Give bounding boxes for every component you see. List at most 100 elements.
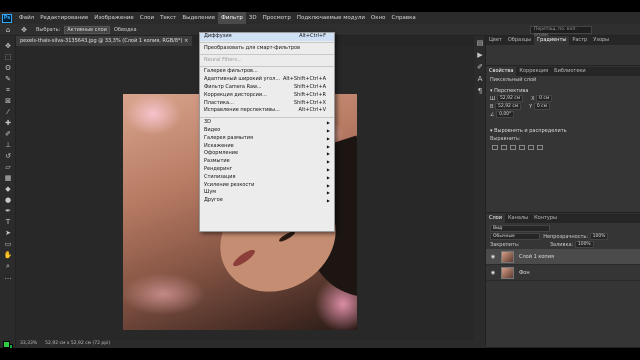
filter-menu-item[interactable]: Размытие ▶ [200,158,334,166]
paragraph-panel-icon[interactable]: ¶ [475,86,485,96]
filter-menu-item[interactable]: Галерея размытия ▶ [200,135,334,143]
filter-menu-item[interactable]: Исправление перспективы... Alt+Ctrl+V [200,107,334,115]
layer-name[interactable]: Слой 1 копия [519,254,554,260]
filter-menu-item[interactable]: 3D ▶ [200,119,334,127]
frame-tool-icon[interactable]: ⊠ [3,96,13,106]
blend-mode-select[interactable]: Обычные [490,233,540,240]
type-tool-icon[interactable]: T [3,217,13,227]
eyedropper-icon[interactable]: ⁄ [3,107,13,117]
filter-menu-item[interactable]: Преобразовать для смарт-фильтров [200,45,334,53]
menu-8[interactable]: Просмотр [260,12,294,24]
filter-menu-item[interactable]: Видео ▶ [200,127,334,135]
visibility-eye-icon[interactable]: ◉ [489,270,497,276]
angle-field[interactable]: 0,00° [496,111,515,118]
transform-section-title[interactable]: ▾ Перспектива [486,87,640,95]
zoom-level[interactable]: 33,33% [20,340,37,348]
layers-tabs-tab-1[interactable]: Каналы [505,214,531,223]
width-field[interactable]: 52,92 см [496,95,524,102]
filter-menu-item-label: Оформление [204,150,239,157]
height-field[interactable]: 52,92 см [495,103,522,110]
filter-menu-item[interactable]: Усиление резкости ▶ [200,182,334,190]
menu-6[interactable]: Фильтр [218,12,246,24]
move-tool-icon[interactable]: ✥ [19,25,29,35]
filter-menu-item[interactable]: Пластика... Shift+Ctrl+X [200,100,334,108]
filter-menu-item[interactable]: Фильтр Camera Raw... Shift+Ctrl+A [200,84,334,92]
align-bottom-icon[interactable] [537,145,543,150]
top-tabs-tab-3[interactable]: Растр [569,36,590,45]
y-field[interactable]: 0 см [533,103,550,110]
more-tools-icon[interactable]: … [3,272,13,282]
menu-1[interactable]: Редактирование [37,12,91,24]
layers-tabs-tab-2[interactable]: Контуры [531,214,560,223]
menu-10[interactable]: Окно [368,12,389,24]
shape-tool-icon[interactable]: ▭ [3,239,13,249]
stamp-tool-icon[interactable]: ⊥ [3,140,13,150]
props-tabs-tab-1[interactable]: Коррекция [516,67,551,76]
menu-11[interactable]: Справка [389,12,419,24]
align-section-title[interactable]: ▾ Выровнять и распределить [486,127,640,135]
props-tabs-tab-0[interactable]: Свойства [486,67,517,76]
healing-brush-icon[interactable]: ✚ [3,118,13,128]
hand-tool-icon[interactable]: ✋ [3,250,13,260]
lasso-tool-icon[interactable]: ʘ [3,63,13,73]
filter-menu-item[interactable]: Диффузия Alt+Ctrl+F [200,33,334,41]
pen-tool-icon[interactable]: ✒ [3,206,13,216]
dodge-tool-icon[interactable]: ● [3,195,13,205]
quick-select-icon[interactable]: ✎ [3,74,13,84]
align-middle-icon[interactable] [528,145,534,150]
align-top-icon[interactable] [519,145,525,150]
menu-7[interactable]: 3D [246,12,260,24]
actions-panel-icon[interactable]: ▶ [475,50,485,60]
filter-menu-item[interactable]: Другое ▶ [200,197,334,205]
history-brush-icon[interactable]: ↺ [3,151,13,161]
blur-tool-icon[interactable]: ◆ [3,184,13,194]
layer-row[interactable]: ◉ Слой 1 копия [486,249,640,265]
filter-menu-item[interactable]: Искажение ▶ [200,143,334,151]
crop-tool-icon[interactable]: ⌗ [3,85,13,95]
brush-tool-icon[interactable]: ✐ [3,129,13,139]
layer-row[interactable]: ◉ Фон [486,265,640,281]
character-panel-icon[interactable]: A [475,74,485,84]
filter-menu-item[interactable]: Коррекция дисторсии... Shift+Ctrl+R [200,92,334,100]
top-tabs-tab-4[interactable]: Узоры [590,36,612,45]
layer-kind-filter[interactable]: Вид [490,225,550,232]
menu-9[interactable]: Подключаемые модули [294,12,368,24]
filter-menu-item[interactable]: Оформление ▶ [200,150,334,158]
fill-field[interactable]: 100% [574,241,594,248]
foreground-color-swatch[interactable] [3,341,10,348]
filter-menu-item[interactable]: Шум ▶ [200,189,334,197]
search-input[interactable]: Перетащ. по. кнп. огран. [530,26,592,38]
menu-3[interactable]: Слои [137,12,157,24]
opacity-field[interactable]: 100% [589,233,609,240]
filter-menu-item[interactable]: Рендеринг ▶ [200,166,334,174]
filter-menu-item-label: Другое [204,197,223,204]
props-tabs-tab-2[interactable]: Библиотеки [551,67,589,76]
history-panel-icon[interactable]: ▤ [475,38,485,48]
filter-menu-item[interactable]: Стилизация ▶ [200,174,334,182]
align-center-icon[interactable] [501,145,507,150]
brush-panel-icon[interactable]: ✐ [475,62,485,72]
top-tabs-tab-0[interactable]: Цвет [486,36,505,45]
align-right-icon[interactable] [510,145,516,150]
top-tabs-tab-2[interactable]: Градиенты [534,36,570,45]
marquee-tool-icon[interactable]: ⬚ [3,52,13,62]
path-select-icon[interactable]: ➤ [3,228,13,238]
menu-5[interactable]: Выделение [179,12,218,24]
align-left-icon[interactable] [492,145,498,150]
select-dropdown[interactable]: Активные слои [64,25,110,34]
menu-0[interactable]: Файл [16,12,37,24]
zoom-tool-icon[interactable]: ⌕ [3,261,13,271]
move-tool-icon[interactable]: ✥ [3,41,13,51]
document-tab[interactable]: pexels-thais-silva-3135643.jpg @ 33,3% (… [16,36,193,46]
layer-name[interactable]: Фон [519,270,530,276]
gradient-tool-icon[interactable]: ▦ [3,173,13,183]
menu-4[interactable]: Текст [157,12,179,24]
home-icon[interactable]: ⌂ [4,26,12,34]
layers-tabs-tab-0[interactable]: Слои [486,214,505,223]
filter-menu-item[interactable]: Адаптивный широкий угол... Alt+Shift+Ctrl… [200,76,334,84]
x-field[interactable]: 0 см [536,95,553,102]
eraser-tool-icon[interactable]: ▱ [3,162,13,172]
menu-2[interactable]: Изображение [91,12,137,24]
visibility-eye-icon[interactable]: ◉ [489,254,497,260]
top-tabs-tab-1[interactable]: Образцы [505,36,534,45]
